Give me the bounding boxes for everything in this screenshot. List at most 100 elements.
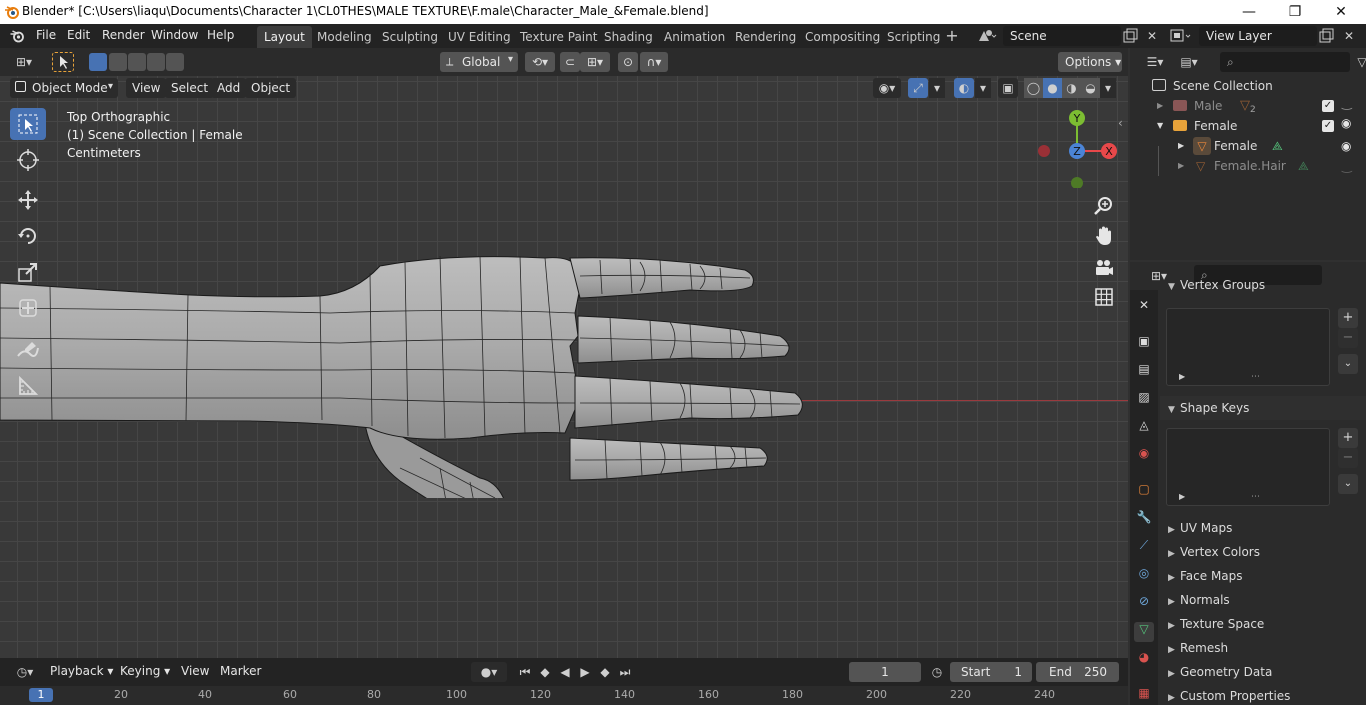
rotate-tool[interactable] [10, 220, 46, 252]
custom-properties-header[interactable]: ▶ Custom Properties [1160, 684, 1366, 705]
geometry-data-header[interactable]: ▶ Geometry Data [1160, 660, 1366, 684]
tab-rendering[interactable]: Rendering [728, 26, 803, 48]
mode-extend-icon[interactable] [109, 53, 127, 71]
maximize-button[interactable]: ❐ [1272, 0, 1318, 24]
editor-type-icon[interactable]: ⊞▾ [10, 52, 38, 72]
timeline-marker-menu[interactable]: Marker [214, 661, 267, 681]
face-maps-header[interactable]: ▶ Face Maps [1160, 564, 1366, 588]
tab-shading[interactable]: Shading [597, 26, 660, 48]
auto-keying-icon[interactable]: ●▾ [471, 662, 507, 682]
start-frame-field[interactable]: Start 1 [950, 662, 1032, 682]
material-shading-icon[interactable]: ◑ [1062, 78, 1081, 98]
tab-animation[interactable]: Animation [657, 26, 732, 48]
sidebar-toggle-icon[interactable]: ‹ [1118, 116, 1123, 130]
material-tab-icon[interactable]: ◕ [1134, 650, 1154, 670]
proportional-editing-icon[interactable]: ⊙ [618, 52, 638, 72]
playback-menu[interactable]: Playback ▾ [44, 661, 119, 681]
xray-toggle-icon[interactable]: ▣ [998, 78, 1018, 98]
object-menu[interactable]: Object [245, 78, 297, 98]
menu-file[interactable]: File [36, 28, 56, 42]
solid-shading-icon[interactable]: ● [1043, 78, 1062, 98]
menu-help[interactable]: Help [207, 28, 234, 42]
display-mode-icon[interactable]: ▤▾ [1174, 52, 1204, 72]
shape-key-specials-icon[interactable]: ⌄ [1338, 474, 1358, 494]
mode-intersect-icon[interactable] [166, 53, 184, 71]
world-tab-icon[interactable]: ◉ [1134, 446, 1154, 466]
vertex-group-specials-icon[interactable]: ⌄ [1338, 354, 1358, 374]
shape-keys-header[interactable]: ▼ Shape Keys [1160, 396, 1366, 420]
jump-end-icon[interactable]: ⏭ [615, 662, 635, 682]
camera-view-button[interactable] [1092, 256, 1116, 280]
remove-vertex-group-button[interactable]: − [1338, 328, 1358, 348]
playhead-frame[interactable]: 1 [29, 688, 53, 702]
delete-scene-icon[interactable]: ✕ [1142, 26, 1162, 46]
scene-selector-icon[interactable] [976, 27, 998, 45]
mode-new-icon[interactable] [89, 53, 107, 71]
filter-icon[interactable]: ▽ [1352, 52, 1366, 72]
remove-shape-key-button[interactable]: − [1338, 448, 1358, 468]
resize-handle-icon[interactable]: ⋯ [1251, 492, 1260, 502]
delete-view-layer-icon[interactable]: ✕ [1339, 26, 1359, 46]
exclude-checkbox-male[interactable]: ✓ [1322, 100, 1334, 112]
measure-tool[interactable] [10, 370, 46, 402]
menu-window[interactable]: Window [151, 28, 198, 42]
hand-mesh[interactable] [0, 198, 830, 498]
texture-tab-icon[interactable]: ▦ [1134, 686, 1154, 705]
mesh-data-tab-icon[interactable]: ▽ [1134, 622, 1154, 642]
outliner-search-input[interactable]: ⌕ [1220, 52, 1350, 72]
select-box-tool[interactable] [10, 108, 46, 140]
render-tab-icon[interactable]: ▣ [1134, 334, 1154, 354]
minimize-button[interactable]: — [1226, 0, 1272, 24]
shape-keys-list[interactable]: ▶ ⋯ [1166, 428, 1330, 506]
mode-subtract-icon[interactable] [128, 53, 146, 71]
select-menu[interactable]: Select [165, 78, 215, 98]
zoom-button[interactable] [1092, 194, 1116, 218]
hidden-eye-icon[interactable]: ‿ [1342, 96, 1352, 110]
transform-tool[interactable] [10, 292, 46, 324]
options-dropdown[interactable]: Options ▾ [1058, 52, 1122, 72]
eye-icon[interactable]: ◉ [1341, 116, 1351, 130]
rendered-shading-icon[interactable]: ◒ [1081, 78, 1100, 98]
keying-menu[interactable]: Keying ▾ [114, 661, 176, 681]
new-scene-icon[interactable] [1123, 28, 1139, 44]
move-tool[interactable] [10, 184, 46, 216]
menu-render[interactable]: Render [102, 28, 145, 42]
chevron-down-icon[interactable]: ▾ [929, 78, 945, 98]
eye-icon[interactable]: ◉ [1341, 136, 1351, 156]
navigation-gizmo[interactable]: Y X Z [1030, 108, 1120, 188]
menu-edit[interactable]: Edit [67, 28, 90, 42]
uv-maps-header[interactable]: ▶ UV Maps [1160, 516, 1366, 540]
snap-target-icon[interactable]: ⊞▾ [580, 52, 610, 72]
tab-texture-paint[interactable]: Texture Paint [513, 26, 604, 48]
timeline-view-menu[interactable]: View [175, 661, 215, 681]
physics-tab-icon[interactable]: ◎ [1134, 566, 1154, 586]
view-menu[interactable]: View [126, 78, 167, 98]
tab-compositing[interactable]: Compositing [798, 26, 887, 48]
jump-keyframe-back-icon[interactable]: ◆ [535, 662, 555, 682]
3d-viewport[interactable]: ⊞▾ Global ⟂ ▾ ⟲▾ ⊂ ⊞▾ ⊙ ∩▾ Options ▾ Obj… [0, 48, 1128, 658]
add-menu[interactable]: Add [211, 78, 247, 98]
wireframe-shading-icon[interactable]: ◯ [1024, 78, 1043, 98]
resize-handle-icon[interactable]: ⋯ [1251, 372, 1260, 382]
chevron-down-icon[interactable]: ▾ [1100, 78, 1116, 98]
modifiers-tab-icon[interactable]: 🔧 [1134, 510, 1154, 530]
new-view-layer-icon[interactable] [1319, 28, 1335, 44]
pan-button[interactable] [1092, 224, 1116, 248]
tab-sculpting[interactable]: Sculpting [375, 26, 445, 48]
annotate-tool[interactable] [10, 334, 46, 366]
current-frame-field[interactable]: 1 [849, 662, 921, 682]
texture-space-header[interactable]: ▶ Texture Space [1160, 612, 1366, 636]
particles-tab-icon[interactable]: ⟋ [1134, 538, 1154, 558]
normals-header[interactable]: ▶ Normals [1160, 588, 1366, 612]
view-layer-tab-icon[interactable]: ▨ [1134, 390, 1154, 410]
vertex-groups-list[interactable]: ▶ ⋯ [1166, 308, 1330, 386]
add-shape-key-button[interactable]: + [1338, 428, 1358, 448]
add-workspace-icon[interactable]: + [942, 26, 962, 46]
scale-tool[interactable] [10, 256, 46, 288]
tab-layout[interactable]: Layout [257, 26, 312, 48]
timeline-editor-type-icon[interactable]: ◷▾ [10, 662, 40, 682]
falloff-icon[interactable]: ∩▾ [640, 52, 668, 72]
vertex-colors-header[interactable]: ▶ Vertex Colors [1160, 540, 1366, 564]
play-icon[interactable]: ▶ [575, 662, 595, 682]
outliner-editor-type-icon[interactable]: ☰▾ [1140, 52, 1170, 72]
